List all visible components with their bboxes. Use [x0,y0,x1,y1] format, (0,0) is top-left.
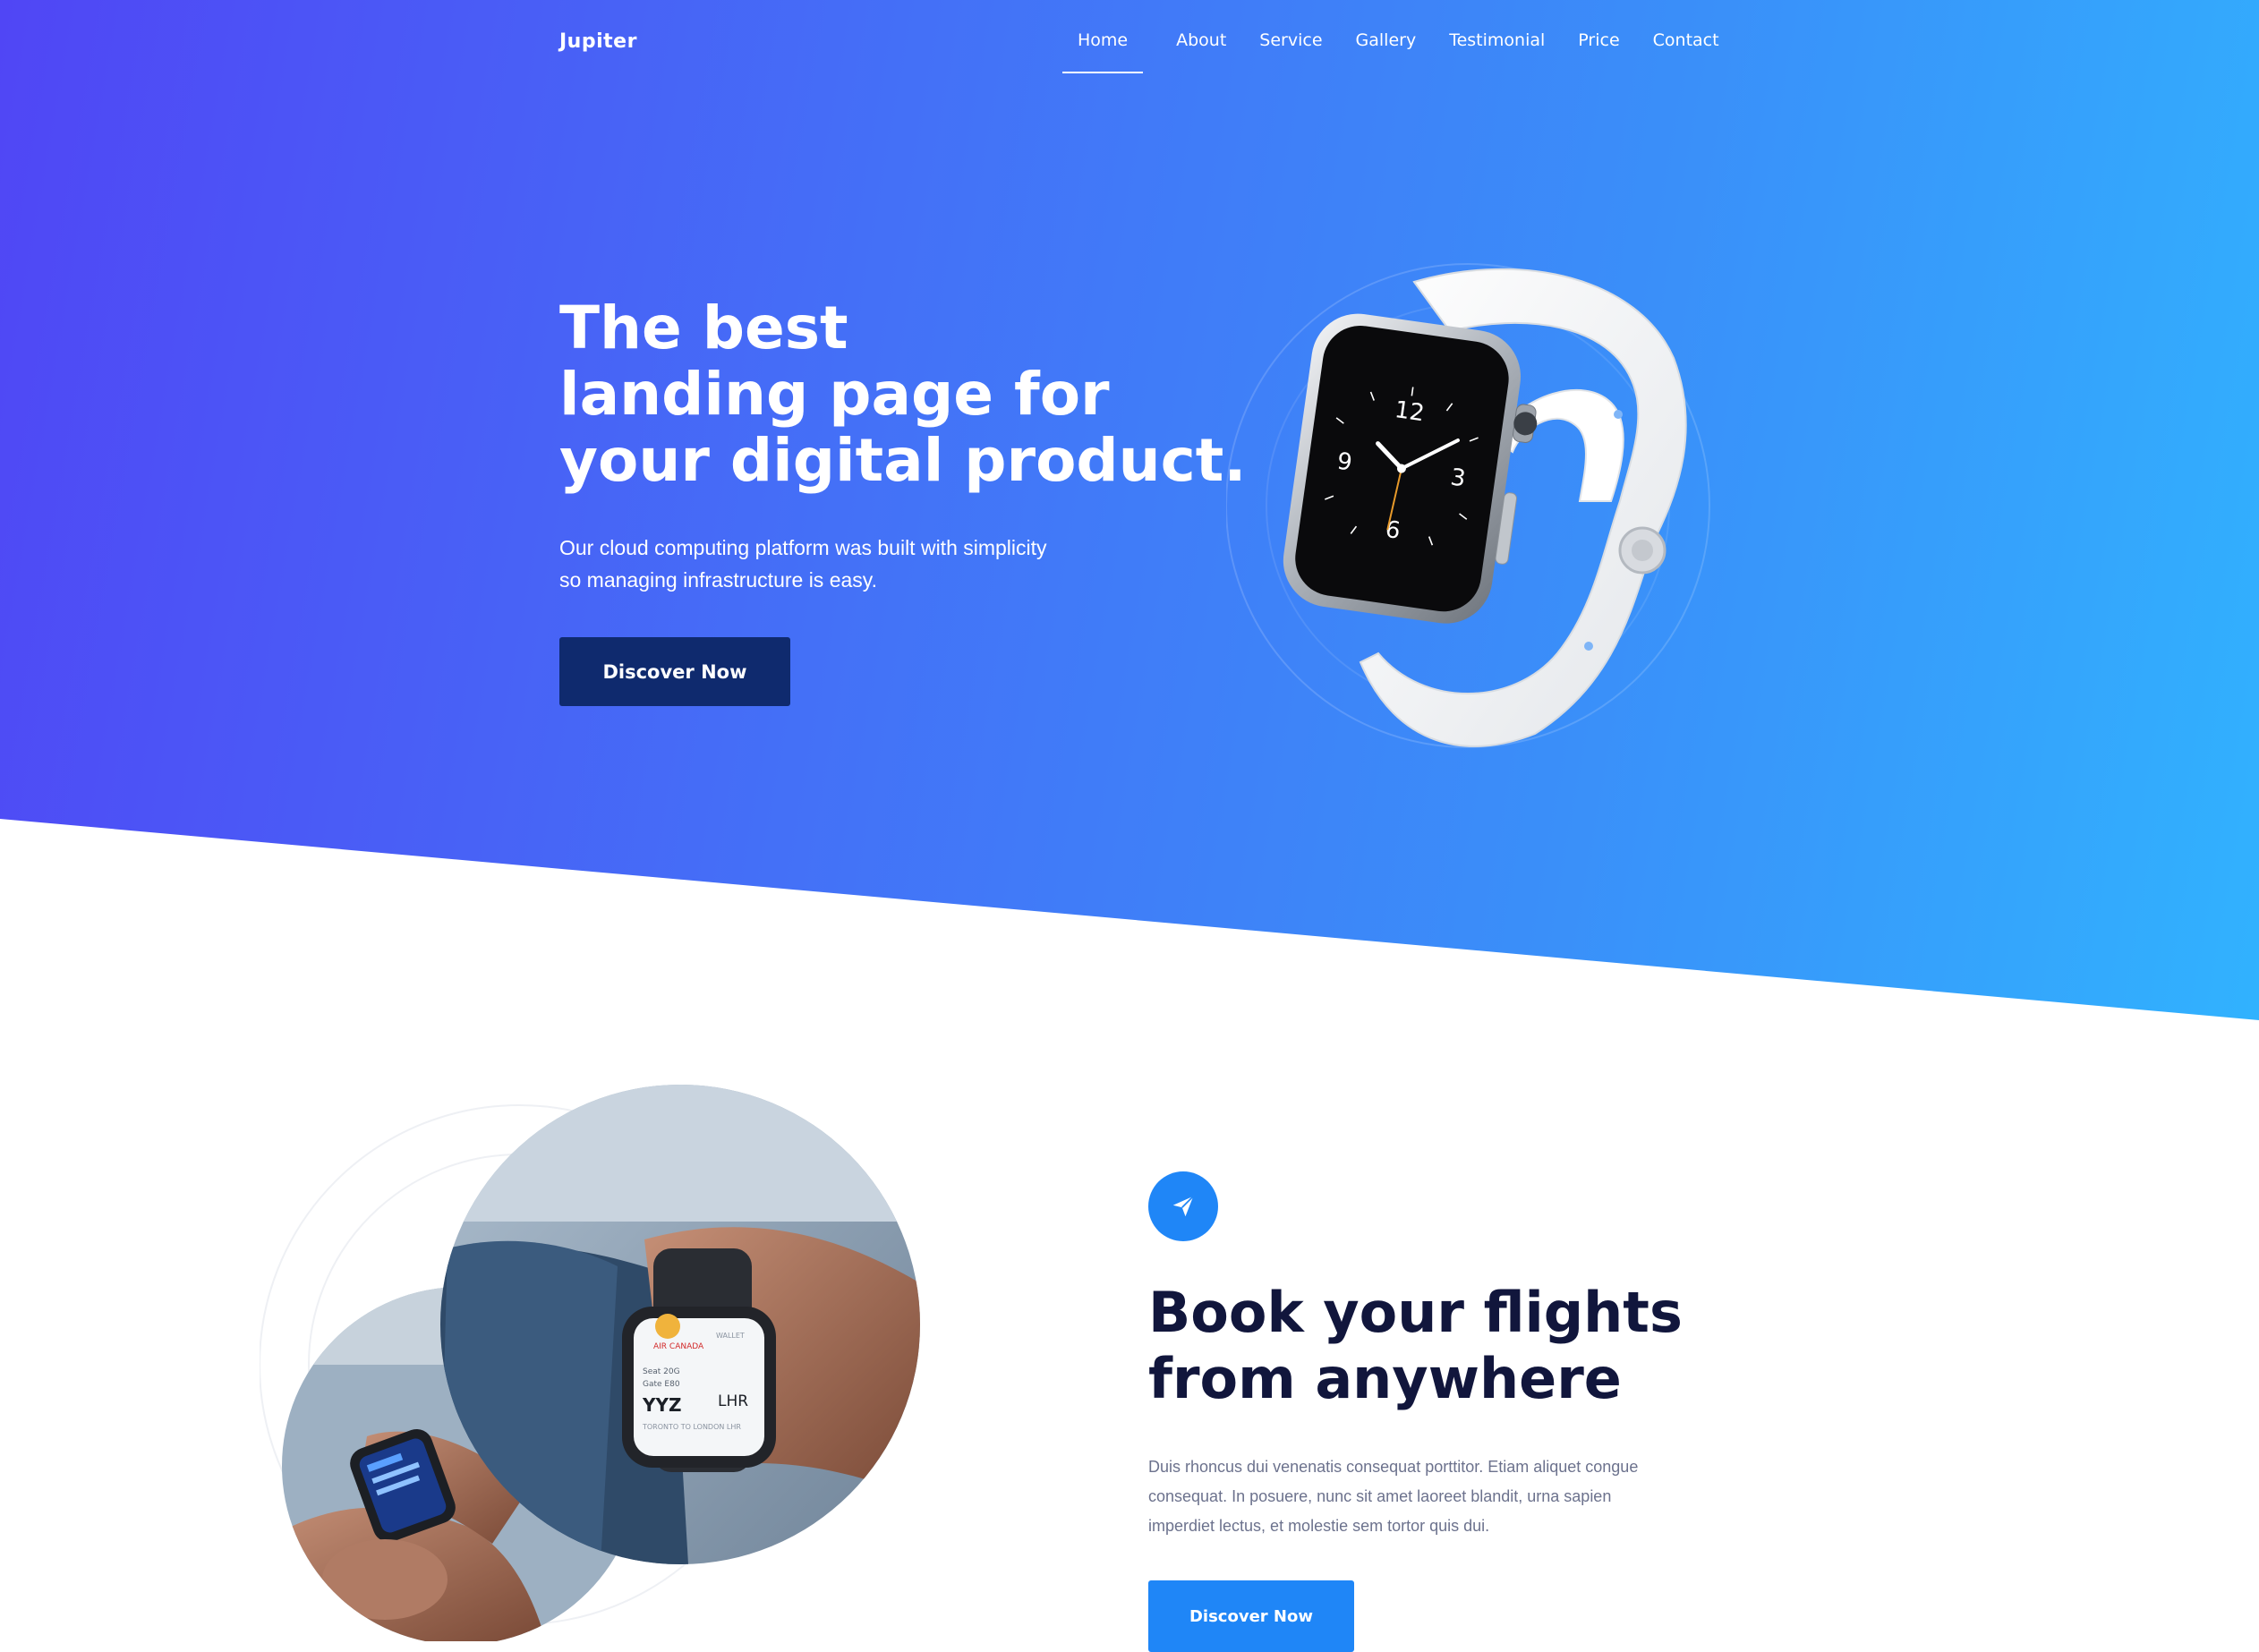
watch-to: LHR [718,1392,748,1410]
nav-gallery[interactable]: Gallery [1356,30,1417,50]
feature-description-line: Duis rhoncus dui venenatis consequat por… [1148,1458,1639,1476]
watch-airline: AIR CANADA [653,1342,704,1351]
hero-title-line: The best [559,294,848,362]
feature-photo-collage: AIR CANADA WALLET Seat 20G Gate E80 YYZ … [260,1078,967,1641]
nav-about[interactable]: About [1176,30,1226,50]
feature-title-line: Book your flights [1148,1280,1683,1345]
watch-seat: Seat 20G [643,1367,680,1376]
watch-numeral-12: 12 [1393,396,1426,427]
hero-subtitle: Our cloud computing platform was built w… [559,532,1132,596]
feature-title-line: from anywhere [1148,1346,1622,1411]
feature-title: Book your flights from anywhere [1148,1280,1683,1412]
nav-price[interactable]: Price [1578,30,1619,50]
hero-subtitle-line: Our cloud computing platform was built w… [559,536,1047,559]
watch-from: YYZ [642,1394,681,1416]
hero-subtitle-line: so managing infrastructure is easy. [559,568,877,592]
hero-discover-button[interactable]: Discover Now [559,637,790,706]
hero-watch-image: 12 3 6 9 [1225,260,1727,761]
nav-testimonial[interactable]: Testimonial [1449,30,1545,50]
hero-background [0,0,2259,1020]
hero-title: The best landing page for your digital p… [559,295,1246,494]
nav-home[interactable]: Home [1062,30,1144,73]
feature-description-line: consequat. In posuere, nunc sit amet lao… [1148,1487,1612,1505]
watch-gate: Gate E80 [643,1380,680,1389]
main-nav: Home About Service Gallery Testimonial P… [1062,30,1752,73]
hero-title-line: your digital product. [559,426,1247,495]
brand-logo[interactable]: Jupiter [559,30,637,53]
feature-icon-badge [1148,1171,1218,1241]
nav-service[interactable]: Service [1259,30,1322,50]
feature-description-line: imperdiet lectus, et molestie sem tortor… [1148,1517,1490,1535]
watch-route: TORONTO TO LONDON LHR [642,1423,741,1431]
watch-wallet: WALLET [716,1332,745,1340]
nav-contact[interactable]: Contact [1653,30,1719,50]
paper-plane-icon [1172,1196,1194,1217]
hero-title-line: landing page for [559,360,1110,429]
feature-description: Duis rhoncus dui venenatis consequat por… [1148,1452,1721,1541]
feature-discover-button[interactable]: Discover Now [1148,1580,1354,1652]
